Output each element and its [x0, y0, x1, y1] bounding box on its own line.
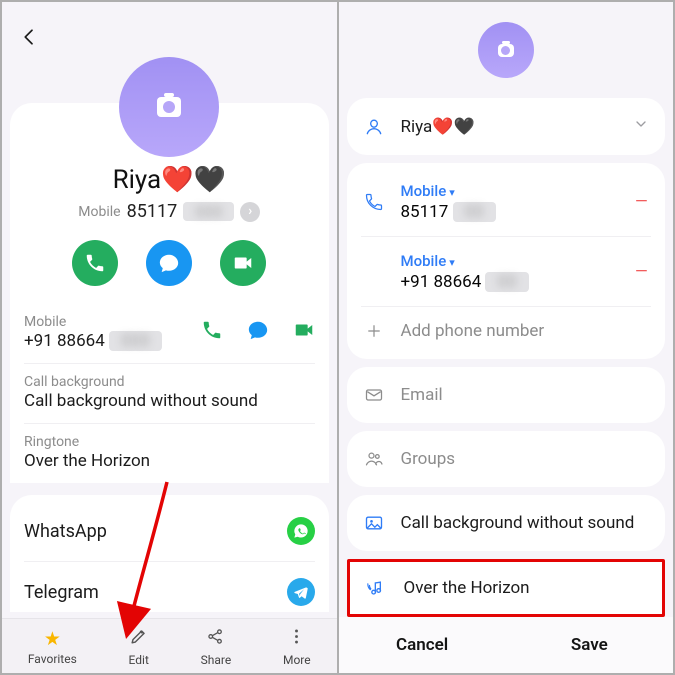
share-icon — [206, 627, 225, 651]
ringtone-icon — [366, 578, 388, 598]
add-phone-row[interactable]: Add phone number — [361, 306, 652, 355]
other-number: +91 88664 — [24, 331, 105, 351]
plus-icon — [363, 322, 385, 340]
redacted-number-2: 000 — [109, 331, 162, 351]
email-row[interactable]: Email — [361, 371, 652, 419]
name-input[interactable]: Riya❤️🖤 — [401, 117, 475, 137]
phone-number-input[interactable]: +91 88664 — [401, 272, 482, 292]
contact-name: Riya❤️🖤 — [24, 165, 315, 195]
chevron-down-icon[interactable] — [633, 116, 649, 137]
save-button[interactable]: Save — [506, 617, 673, 673]
app-row-telegram[interactable]: Telegram — [24, 562, 315, 612]
phone-number-input[interactable]: 85117 — [401, 202, 449, 222]
call-icon[interactable] — [201, 319, 223, 346]
message-icon[interactable] — [247, 319, 269, 346]
add-phone-label: Add phone number — [401, 321, 545, 341]
camera-icon — [157, 97, 181, 117]
app-name: WhatsApp — [24, 521, 107, 542]
nav-share[interactable]: Share — [201, 627, 232, 667]
call-background-row[interactable]: Call background without sound — [361, 499, 652, 547]
phone-row[interactable]: Mobile▾ +91 88664 00 − — [361, 236, 652, 306]
nav-label: Share — [201, 653, 232, 667]
cancel-button[interactable]: Cancel — [339, 617, 506, 673]
groups-label: Groups — [401, 449, 456, 469]
nav-favorites[interactable]: ★ Favorites — [28, 627, 77, 667]
email-icon — [363, 385, 385, 405]
more-icon — [287, 627, 306, 651]
call-background-value: Call background without sound — [401, 513, 635, 533]
chevron-down-icon: ▾ — [449, 256, 455, 269]
number-type-label: Mobile — [78, 204, 120, 220]
chevron-down-icon: ▾ — [449, 186, 455, 199]
ringtone-value: Over the Horizon — [404, 578, 530, 598]
primary-number: 85117 — [127, 201, 178, 222]
name-field-row[interactable]: Riya❤️🖤 — [361, 102, 652, 151]
ringtone-value[interactable]: Over the Horizon — [24, 451, 150, 471]
image-icon — [363, 513, 385, 533]
message-button[interactable] — [146, 240, 192, 286]
nav-edit[interactable]: Edit — [129, 627, 149, 667]
redacted-number: 00 — [485, 272, 528, 292]
nav-label: Edit — [129, 653, 149, 667]
email-label: Email — [401, 385, 443, 405]
whatsapp-icon — [287, 517, 315, 545]
avatar[interactable] — [119, 57, 219, 157]
nav-label: More — [283, 653, 311, 667]
call-background-label: Call background — [24, 374, 258, 390]
redacted-number: 00 — [453, 202, 496, 222]
groups-icon — [363, 449, 385, 469]
pencil-icon — [129, 627, 148, 651]
telegram-icon — [287, 578, 315, 606]
camera-icon — [498, 44, 514, 57]
star-icon: ★ — [44, 627, 61, 650]
expand-number-icon[interactable]: › — [240, 202, 260, 222]
call-background-value[interactable]: Call background without sound — [24, 391, 258, 411]
video-call-button[interactable] — [220, 240, 266, 286]
ringtone-row[interactable]: Over the Horizon — [364, 566, 649, 610]
nav-more[interactable]: More — [283, 627, 311, 667]
phone-type-dropdown[interactable]: Mobile — [401, 252, 447, 270]
phone-type-dropdown[interactable]: Mobile — [401, 182, 447, 200]
app-name: Telegram — [24, 582, 99, 603]
groups-row[interactable]: Groups — [361, 435, 652, 483]
call-button[interactable] — [72, 240, 118, 286]
phone-row[interactable]: Mobile▾ 85117 00 − — [361, 167, 652, 236]
primary-number-row[interactable]: Mobile 85117 000 › — [24, 201, 315, 222]
nav-label: Favorites — [28, 652, 77, 666]
person-icon — [363, 117, 385, 137]
redacted-number: 000 — [183, 202, 234, 221]
phone-icon — [363, 192, 385, 212]
other-number-type-label: Mobile — [24, 314, 162, 330]
app-row-whatsapp[interactable]: WhatsApp — [24, 501, 315, 562]
avatar[interactable] — [478, 22, 534, 78]
video-icon[interactable] — [293, 319, 315, 346]
ringtone-label: Ringtone — [24, 434, 150, 450]
